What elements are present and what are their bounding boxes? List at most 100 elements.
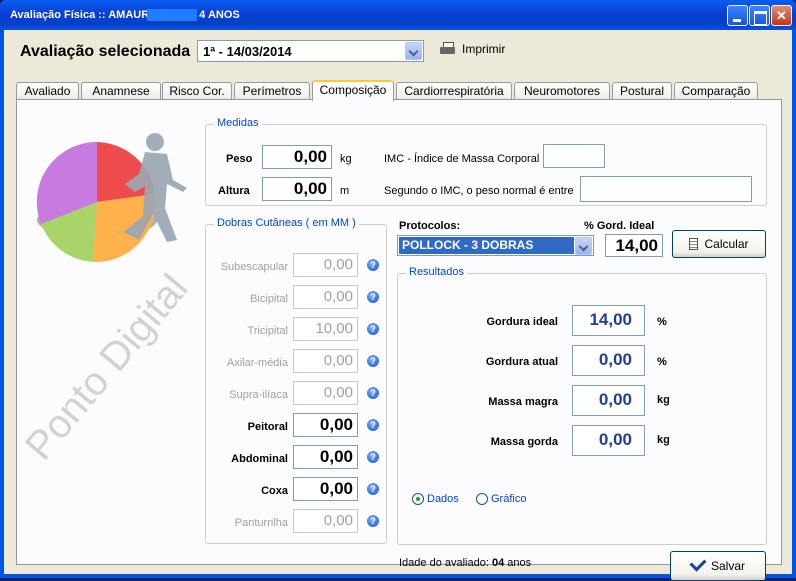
window-title: Avaliação Física :: AMAUR 4 ANOS bbox=[10, 9, 240, 22]
dobra-label: Abdominal bbox=[231, 453, 288, 465]
radio-unselected-icon bbox=[476, 493, 488, 505]
help-icon[interactable]: ? bbox=[367, 291, 379, 303]
dobra-label: Tricipital bbox=[247, 325, 288, 337]
calcular-label: Calcular bbox=[704, 237, 749, 251]
calcular-button[interactable]: Calcular bbox=[672, 230, 766, 258]
close-icon: ✕ bbox=[776, 8, 787, 23]
medidas-legend: Medidas bbox=[214, 117, 262, 129]
save-label: Salvar bbox=[710, 559, 745, 573]
peso-label: Peso bbox=[226, 153, 253, 165]
tab-postural[interactable]: Postural bbox=[612, 82, 672, 100]
gordura-atual-value: 0,00 bbox=[572, 345, 645, 376]
help-icon[interactable]: ? bbox=[367, 259, 379, 271]
composicao-panel: Ponto Digital Medidas Peso 0,00 kg Altur… bbox=[16, 99, 782, 581]
help-icon[interactable]: ? bbox=[367, 451, 379, 463]
help-icon[interactable]: ? bbox=[367, 323, 379, 335]
resultados-group: Resultados Gordura ideal 14,00 % Gordura… bbox=[397, 266, 767, 545]
tab-perimetros[interactable]: Perímetros bbox=[234, 82, 310, 100]
dobra-input-subescapular[interactable]: 0,00 bbox=[293, 253, 358, 277]
radio-dados[interactable]: Dados bbox=[412, 493, 459, 505]
evaluation-select-value: 1ª - 14/03/2014 bbox=[203, 44, 292, 59]
protocolo-select[interactable]: POLLOCK - 3 DOBRAS bbox=[397, 235, 594, 256]
dobra-label: Panturrilha bbox=[234, 517, 288, 529]
dobra-label: Subescapular bbox=[220, 261, 288, 273]
peso-normal-field[interactable] bbox=[580, 176, 752, 202]
help-icon[interactable]: ? bbox=[367, 355, 379, 367]
resultado-unit: kg bbox=[657, 434, 670, 446]
selected-evaluation-label: Avaliação selecionada bbox=[20, 43, 191, 60]
resultados-legend: Resultados bbox=[406, 266, 468, 278]
help-icon[interactable]: ? bbox=[367, 419, 379, 431]
chevron-down-icon[interactable] bbox=[575, 237, 592, 255]
client-area: Avaliação selecionada 1ª - 14/03/2014 Im… bbox=[4, 30, 792, 581]
dobra-input-panturrilha[interactable]: 0,00 bbox=[293, 509, 358, 533]
redacted-block bbox=[147, 9, 198, 22]
resultado-label: Massa magra bbox=[488, 396, 558, 408]
resultado-unit: % bbox=[657, 356, 667, 368]
resultado-label: Gordura atual bbox=[485, 356, 558, 368]
imc-label: IMC - Índice de Massa Corporal bbox=[384, 153, 540, 165]
dobra-label: Peitoral bbox=[247, 421, 288, 433]
massa-gorda-value: 0,00 bbox=[572, 425, 645, 456]
title-suffix: 4 ANOS bbox=[199, 9, 240, 21]
tab-avaliado[interactable]: Avaliado bbox=[16, 82, 79, 100]
dobra-input-supra-iliaca[interactable]: 0,00 bbox=[293, 381, 358, 405]
evaluation-select[interactable]: 1ª - 14/03/2014 bbox=[197, 40, 424, 62]
tab-composicao[interactable]: Composição bbox=[312, 80, 394, 101]
peso-input[interactable]: 0,00 bbox=[262, 145, 332, 169]
dobra-label: Coxa bbox=[261, 485, 288, 497]
checkmark-icon bbox=[689, 554, 707, 572]
altura-label: Altura bbox=[218, 185, 250, 197]
body-composition-logo bbox=[36, 133, 187, 263]
minimize-button[interactable] bbox=[727, 5, 748, 26]
help-icon[interactable]: ? bbox=[367, 387, 379, 399]
tab-neuromotores[interactable]: Neuromotores bbox=[514, 82, 610, 100]
massa-magra-value: 0,00 bbox=[572, 385, 645, 416]
resultado-label: Gordura ideal bbox=[486, 316, 558, 328]
idade-label: Idade do avaliado: bbox=[399, 557, 489, 569]
resultado-unit: kg bbox=[657, 394, 670, 406]
tab-cardiorrespiratoria[interactable]: Cardiorrespiratória bbox=[396, 82, 512, 100]
radio-dados-label: Dados bbox=[427, 493, 459, 505]
idade-unit: anos bbox=[507, 557, 532, 569]
resultado-label: Massa gorda bbox=[490, 436, 558, 448]
altura-input[interactable]: 0,00 bbox=[262, 177, 332, 201]
dobra-input-bicipital[interactable]: 0,00 bbox=[293, 285, 358, 309]
tab-anamnese[interactable]: Anamnese bbox=[81, 82, 161, 100]
dobra-input-peitoral[interactable]: 0,00 bbox=[293, 413, 358, 437]
dobra-input-abdominal[interactable]: 0,00 bbox=[293, 445, 358, 469]
altura-unit: m bbox=[340, 185, 350, 197]
gord-ideal-input[interactable]: 14,00 bbox=[605, 234, 663, 257]
help-icon[interactable]: ? bbox=[367, 483, 379, 495]
dobra-label: Axilar-média bbox=[226, 357, 288, 369]
watermark: Ponto Digital bbox=[17, 266, 197, 469]
close-button[interactable]: ✕ bbox=[771, 5, 792, 26]
print-button[interactable]: Imprimir bbox=[440, 42, 505, 56]
radio-grafico[interactable]: Gráfico bbox=[476, 493, 526, 505]
tab-comparacao[interactable]: Comparação bbox=[674, 82, 758, 100]
maximize-button[interactable] bbox=[749, 5, 770, 26]
resultado-unit: % bbox=[657, 316, 667, 328]
dobra-input-coxa[interactable]: 0,00 bbox=[293, 477, 358, 501]
dobras-group: Dobras Cutâneas ( em MM ) Subescapular 0… bbox=[205, 217, 387, 544]
dobra-label: Bicipital bbox=[250, 293, 288, 305]
protocolo-select-value: POLLOCK - 3 DOBRAS bbox=[399, 237, 574, 254]
dobra-label: Supra-ilíaca bbox=[229, 389, 288, 401]
gord-ideal-label: % Gord. Ideal bbox=[584, 220, 655, 232]
tab-risco-cor[interactable]: Risco Cor. bbox=[162, 82, 232, 100]
radio-grafico-label: Gráfico bbox=[491, 493, 527, 505]
help-icon[interactable]: ? bbox=[367, 515, 379, 527]
chevron-down-icon[interactable] bbox=[405, 42, 422, 60]
imc-field[interactable] bbox=[543, 144, 605, 168]
dobras-legend: Dobras Cutâneas ( em MM ) bbox=[214, 217, 359, 229]
print-label: Imprimir bbox=[462, 42, 506, 56]
radio-selected-icon bbox=[412, 493, 424, 505]
peso-unit: kg bbox=[340, 153, 352, 165]
dobra-input-axilar-media[interactable]: 0,00 bbox=[293, 349, 358, 373]
idade-readout: Idade do avaliado: 04 anos bbox=[399, 557, 531, 569]
peso-normal-label: Segundo o IMC, o peso normal é entre bbox=[384, 185, 574, 197]
save-button[interactable]: Salvar bbox=[670, 551, 766, 581]
dobra-input-tricipital[interactable]: 10,00 bbox=[293, 317, 358, 341]
title-bar[interactable]: Avaliação Física :: AMAUR 4 ANOS ✕ bbox=[0, 0, 796, 30]
title-prefix: Avaliação Física :: AMAUR bbox=[10, 9, 150, 21]
